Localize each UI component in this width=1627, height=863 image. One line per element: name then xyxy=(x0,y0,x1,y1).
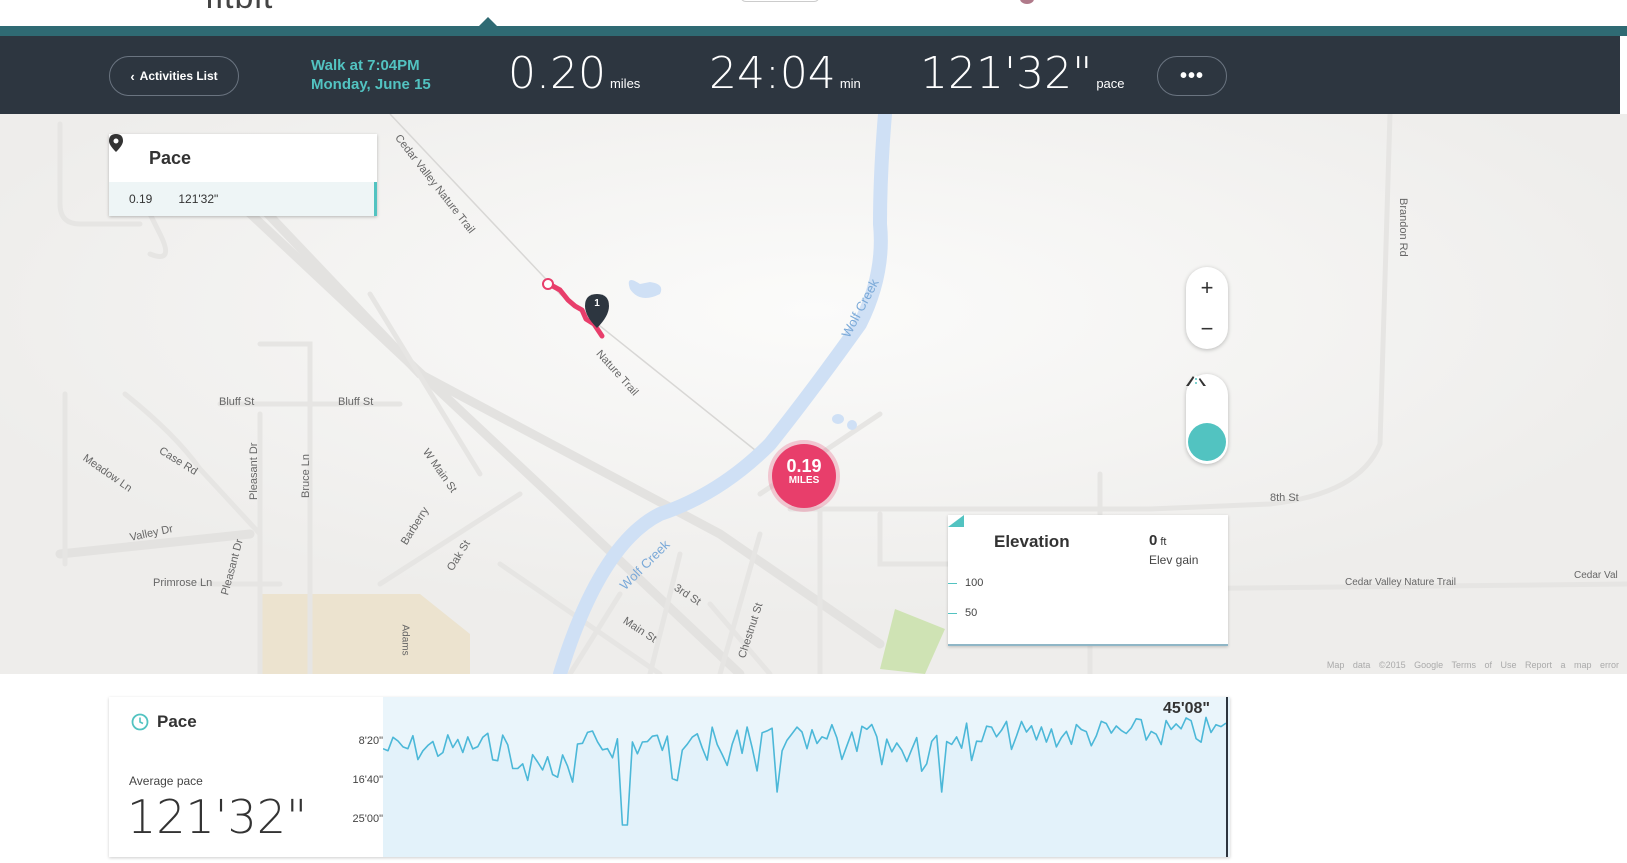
duration-stat: 24:04 min xyxy=(709,48,861,99)
elevation-tick-50: 50 xyxy=(965,607,978,619)
clock-icon xyxy=(131,713,149,731)
elevation-gain-value: 0 xyxy=(1149,532,1158,549)
pace-line-svg xyxy=(382,697,1230,857)
pace-tick: 16'40" xyxy=(352,774,383,786)
distance-unit: miles xyxy=(609,76,641,91)
duration-value: 24:04 xyxy=(709,48,836,99)
trail-label-east-2: Cedar Val xyxy=(1574,570,1618,581)
map-view-active xyxy=(1188,375,1226,461)
chevron-left-icon: ‹ xyxy=(130,68,135,84)
street-label: Bruce Ln xyxy=(300,453,312,498)
split-row[interactable]: 0.19 121'32" xyxy=(109,182,377,216)
elevation-title: Elevation xyxy=(994,532,1070,551)
split-distance: 0.19 xyxy=(129,192,153,206)
logo[interactable]: fitbit xyxy=(205,0,273,17)
distance-value: 0.20 xyxy=(508,48,606,99)
pace-splits-card: Pace 0.19 121'32" xyxy=(109,134,377,216)
map-view-button[interactable] xyxy=(1186,375,1228,464)
mile-marker[interactable]: 0.19 MILES xyxy=(772,444,836,508)
zoom-in-button[interactable]: + xyxy=(1186,267,1228,308)
zoom-out-button[interactable]: − xyxy=(1186,308,1228,349)
mile-marker-unit: MILES xyxy=(788,475,820,486)
lap-marker[interactable]: 1 xyxy=(590,298,604,309)
split-pace: 121'32" xyxy=(178,192,219,206)
activity-title: Walk at 7:04PM Monday, June 15 xyxy=(311,56,431,94)
pace-value: 121'32" xyxy=(920,48,1093,99)
activity-header: ‹ Activities List Walk at 7:04PM Monday,… xyxy=(0,36,1620,114)
trail-label-east: Cedar Valley Nature Trail xyxy=(1345,577,1456,588)
distance-stat: 0.20 miles xyxy=(508,48,640,99)
pace-tick: 8'20" xyxy=(358,735,383,747)
road-icon xyxy=(1188,375,1204,387)
elevation-tick: 50 xyxy=(948,607,977,619)
activities-list-label: Activities List xyxy=(139,69,218,83)
street-label: Primrose Ln xyxy=(153,577,213,589)
duration-unit: min xyxy=(839,76,861,91)
pace-splits-title: Pace xyxy=(149,147,192,168)
pace-stat: 121'32" pace xyxy=(920,48,1125,99)
top-nav-pill[interactable] xyxy=(740,0,820,2)
pace-splits-header: Pace xyxy=(109,134,377,182)
activity-date: Monday, June 15 xyxy=(311,76,431,93)
pace-chart-title: Pace xyxy=(157,712,197,731)
pace-tick: 25'00" xyxy=(352,813,383,825)
route-map[interactable]: Nature Trail Cedar Valley Nature Trail W… xyxy=(0,114,1627,674)
map-view-controls xyxy=(1186,374,1228,464)
pace-unit: pace xyxy=(1096,76,1125,91)
top-nav: fitbit xyxy=(0,0,1627,26)
elevation-icon xyxy=(948,515,964,527)
pace-chart-plot[interactable]: 45'08" xyxy=(382,697,1230,857)
more-options-button[interactable]: ••• xyxy=(1157,56,1227,96)
average-pace-label: Average pace xyxy=(129,774,203,788)
accent-bar xyxy=(0,26,1627,36)
elevation-card: Elevation 0 ft Elev gain 100 50 xyxy=(948,515,1228,646)
street-label: Bluff St xyxy=(338,396,374,408)
street-label: Pleasant Dr xyxy=(248,442,260,500)
elevation-tick: 100 xyxy=(948,577,983,589)
pace-chart-card: Pace Average pace 121'32" 8'20" 16'40" 2… xyxy=(109,697,1230,857)
avatar[interactable] xyxy=(1020,0,1034,4)
elevation-gain: 0 ft xyxy=(1149,532,1166,549)
average-pace-value: 121'32" xyxy=(127,790,308,844)
street-label: Adams xyxy=(399,624,411,656)
street-label: Brandon Rd xyxy=(1397,198,1409,257)
street-label: 8th St xyxy=(1270,492,1299,504)
zoom-controls: + − xyxy=(1186,267,1228,349)
activity-page: fitbit ‹ Activities List Walk at 7:04PM … xyxy=(0,0,1627,863)
pace-chart-max: 45'08" xyxy=(1163,700,1210,717)
map-credit[interactable]: Map data ©2015 Google Terms of Use Repor… xyxy=(1327,660,1619,670)
activity-name: Walk at 7:04PM xyxy=(311,57,420,74)
elevation-tick-100: 100 xyxy=(965,577,984,589)
activities-list-button[interactable]: ‹ Activities List xyxy=(109,56,239,96)
elevation-gain-unit: ft xyxy=(1160,536,1167,548)
elevation-gain-label: Elev gain xyxy=(1149,553,1199,567)
mile-marker-value: 0.19 xyxy=(786,456,822,476)
street-label: Bluff St xyxy=(219,396,255,408)
